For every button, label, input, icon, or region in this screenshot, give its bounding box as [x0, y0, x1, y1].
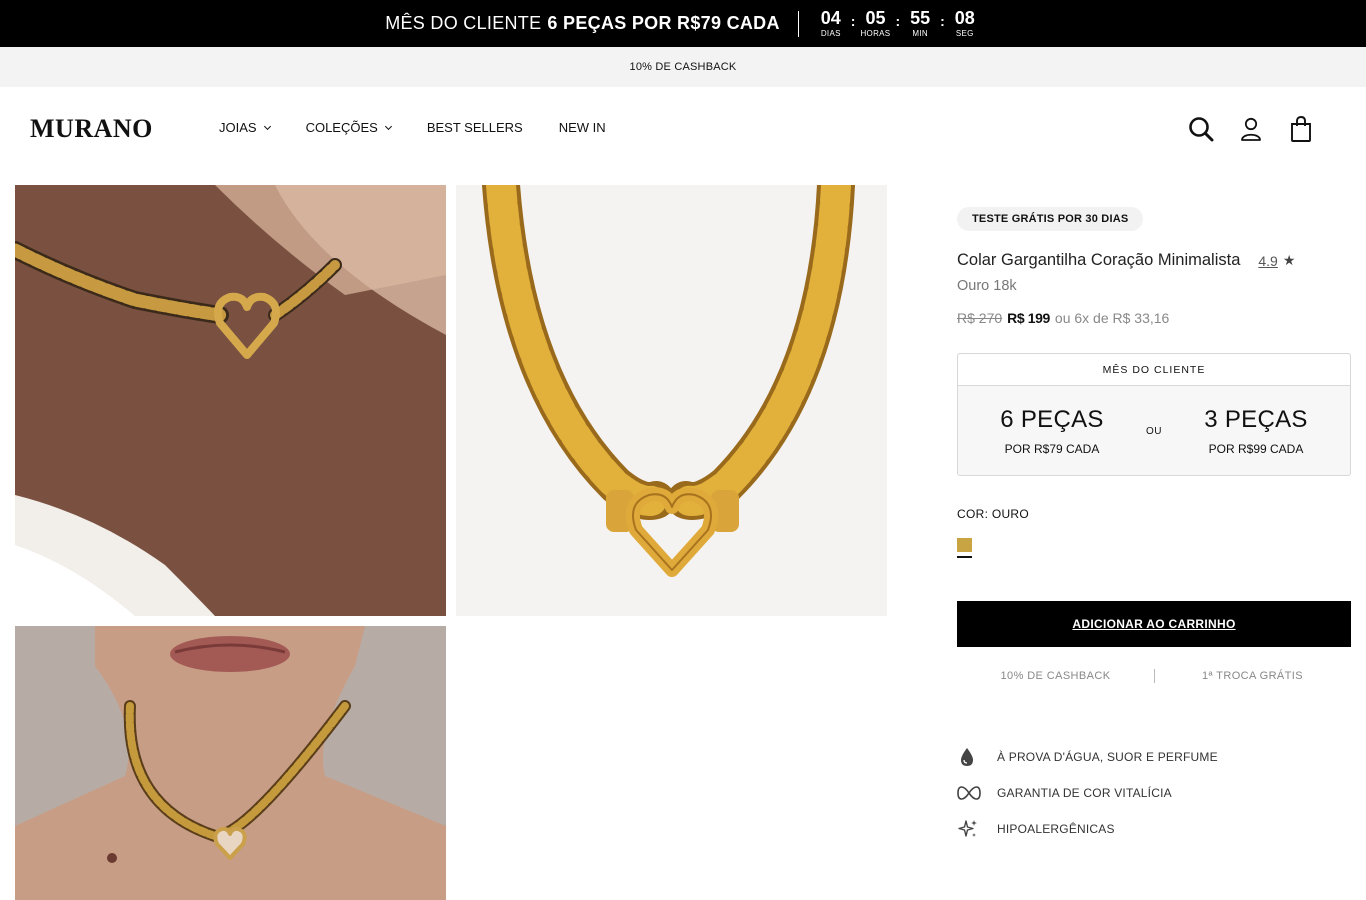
feature-item: GARANTIA DE COR VITALÍCIA	[957, 775, 1351, 811]
product-image-main[interactable]	[456, 185, 887, 616]
feature-item: À PROVA D'ÁGUA, SUOR E PERFUME	[957, 739, 1351, 775]
header-actions	[1187, 115, 1315, 143]
trial-badge: TESTE GRÁTIS POR 30 DIAS	[957, 207, 1144, 231]
promo-offers: 6 PEÇAS POR R$79 CADA OU 3 PEÇAS POR R$9…	[958, 386, 1350, 476]
sparkles-icon	[957, 818, 985, 840]
announcement-highlight: 6 PEÇAS POR R$79 CADA	[547, 13, 780, 33]
promo-offer-heading: MÊS DO CLIENTE	[958, 354, 1350, 386]
feature-text: À PROVA D'ÁGUA, SUOR E PERFUME	[997, 750, 1218, 764]
offer-or: OU	[1146, 425, 1162, 437]
current-price: R$ 199	[1007, 310, 1050, 326]
search-icon[interactable]	[1187, 115, 1215, 143]
brand-logo[interactable]: MURANO	[30, 114, 153, 144]
swatch-fill	[957, 538, 972, 552]
announcement-lead: MÊS DO CLIENTE	[385, 13, 542, 33]
swatch-selected-indicator	[957, 556, 972, 558]
countdown-seconds: 08 SEG	[949, 9, 981, 39]
nav-item-label: JOIAS	[219, 120, 257, 135]
nav-item-label: COLEÇÕES	[305, 120, 378, 135]
feature-list: À PROVA D'ÁGUA, SUOR E PERFUME GARANTIA …	[957, 739, 1351, 847]
offer-price: POR R$79 CADA	[1004, 442, 1100, 456]
perks-row: 10% DE CASHBACK 1ª TROCA GRÁTIS	[957, 669, 1351, 683]
countdown-minutes-label: MIN	[912, 28, 928, 38]
main-nav: JOIAS COLEÇÕES BEST SELLERS NEW IN	[219, 120, 642, 135]
offer-qty: 6 PEÇAS	[1000, 406, 1104, 433]
site-header: MURANO JOIAS COLEÇÕES BEST SELLERS NEW I…	[0, 87, 1366, 169]
feature-text: HIPOALERGÊNICAS	[997, 822, 1115, 836]
countdown-hours-value: 05	[865, 7, 886, 28]
product-title: Colar Gargantilha Coração Minimalista	[957, 251, 1241, 269]
nav-item-label: NEW IN	[558, 120, 606, 135]
countdown-days-label: DIAS	[820, 28, 841, 38]
countdown-separator: :	[850, 12, 856, 29]
countdown-minutes-value: 55	[910, 7, 931, 28]
promo-offer-box: MÊS DO CLIENTE 6 PEÇAS POR R$79 CADA OU …	[957, 353, 1351, 476]
nav-item-colecoes[interactable]: COLEÇÕES	[305, 120, 392, 135]
water-drop-icon	[957, 746, 985, 768]
feature-text: GARANTIA DE COR VITALÍCIA	[997, 786, 1172, 800]
nav-item-new-in[interactable]: NEW IN	[559, 120, 606, 135]
perk-free-exchange: 1ª TROCA GRÁTIS	[1202, 670, 1303, 682]
offer-three-pieces: 3 PEÇAS POR R$99 CADA	[1162, 406, 1350, 456]
old-price: R$ 270	[957, 310, 1003, 326]
nav-item-label: BEST SELLERS	[426, 120, 523, 135]
product-image-model[interactable]	[15, 626, 446, 900]
countdown-hours-label: HORAS	[860, 28, 891, 38]
countdown-minutes: 55 MIN	[904, 9, 936, 39]
infinity-icon	[957, 782, 985, 804]
countdown-seconds-value: 08	[954, 7, 975, 28]
product-title-row: Colar Gargantilha Coração Minimalista 4.…	[957, 251, 1351, 270]
announcement-text: MÊS DO CLIENTE 6 PEÇAS POR R$79 CADA	[385, 13, 780, 34]
cashback-bar: 10% DE CASHBACK	[0, 47, 1366, 87]
star-icon: ★	[1282, 252, 1296, 268]
announcement-divider	[797, 10, 799, 37]
countdown-separator: :	[895, 12, 901, 29]
countdown-hours: 05 HORAS	[859, 9, 891, 39]
color-swatch-gold[interactable]	[957, 538, 972, 558]
countdown-seconds-label: SEG	[955, 28, 974, 38]
color-label: COR: OURO	[957, 507, 1030, 521]
perk-cashback: 10% DE CASHBACK	[1000, 670, 1111, 682]
announcement-bar: MÊS DO CLIENTE 6 PEÇAS POR R$79 CADA 04 …	[0, 0, 1366, 47]
offer-price: POR R$99 CADA	[1208, 442, 1304, 456]
countdown-days-value: 04	[820, 7, 841, 28]
nav-item-best-sellers[interactable]: BEST SELLERS	[427, 120, 523, 135]
account-icon[interactable]	[1237, 115, 1265, 143]
countdown-separator: :	[940, 12, 945, 29]
product-subtitle: Ouro 18k	[957, 278, 1017, 294]
add-to-cart-button[interactable]: ADICIONAR AO CARRINHO	[957, 601, 1351, 647]
product-image-closeup[interactable]	[15, 185, 446, 616]
installments: ou 6x de R$ 33,16	[1054, 310, 1170, 326]
chevron-down-icon	[263, 122, 271, 130]
cashback-bar-text: 10% DE CASHBACK	[629, 61, 737, 73]
nav-item-joias[interactable]: JOIAS	[219, 120, 271, 135]
product-rating[interactable]: 4.9	[1258, 253, 1277, 269]
feature-item: HIPOALERGÊNICAS	[957, 811, 1351, 847]
countdown-timer: 04 DIAS : 05 HORAS : 55 MIN : 08 SEG	[815, 9, 981, 39]
offer-qty: 3 PEÇAS	[1204, 406, 1308, 433]
chevron-down-icon	[384, 122, 392, 130]
offer-six-pieces: 6 PEÇAS POR R$79 CADA	[958, 406, 1146, 456]
bag-icon[interactable]	[1287, 115, 1315, 143]
price-row: R$ 270 R$ 199 ou 6x de R$ 33,16	[957, 310, 1169, 326]
countdown-days: 04 DIAS	[815, 9, 847, 39]
